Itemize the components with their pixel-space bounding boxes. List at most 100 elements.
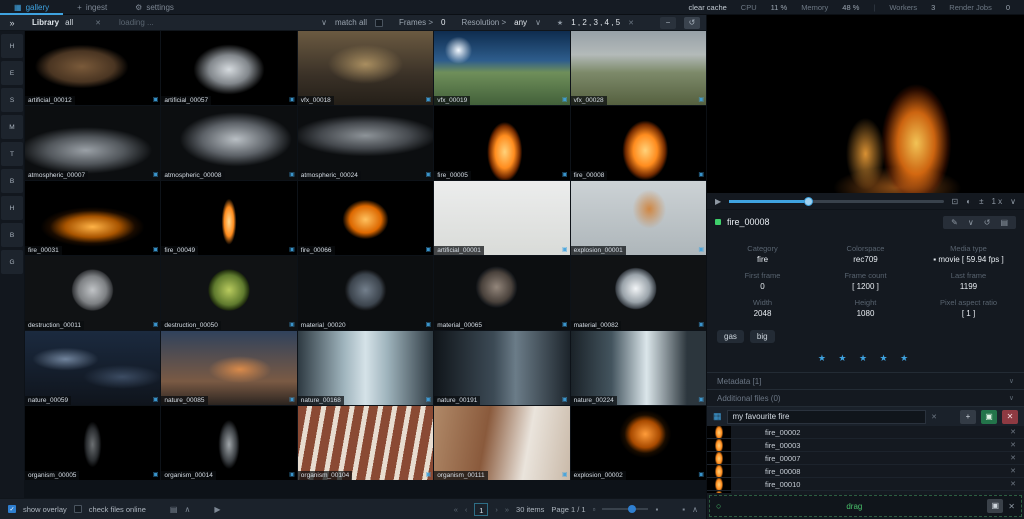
page-number-input[interactable]: 1 — [474, 502, 489, 516]
asset-thumbnail[interactable]: explosion_00002 ▣ — [570, 406, 706, 480]
asset-thumbnail[interactable]: vfx_00019 ▣ — [434, 31, 570, 105]
collapse-button[interactable]: − — [660, 16, 676, 29]
category-shortcut-button[interactable]: M — [1, 115, 23, 139]
playlist-name-input[interactable] — [726, 409, 927, 424]
exposure-icon[interactable]: ± — [979, 197, 983, 206]
category-shortcut-button[interactable]: S — [1, 88, 23, 112]
asset-thumbnail[interactable]: organism_00005 ▣ — [25, 406, 161, 480]
playlist-item[interactable]: fire_00011 ✕ — [707, 491, 1024, 493]
expand-sidebar-icon[interactable]: » — [0, 18, 24, 28]
category-shortcut-button[interactable]: B — [1, 169, 23, 193]
asset-thumbnail[interactable]: nature_00085 ▣ — [161, 331, 297, 405]
edit-chevron-icon[interactable]: ∨ — [964, 218, 978, 227]
play-icon[interactable]: ▶ — [715, 197, 721, 206]
asset-thumbnail[interactable]: fire_00008 ▣ — [570, 106, 706, 180]
asset-thumbnail[interactable]: artificial_00012 ▣ — [25, 31, 161, 105]
asset-thumbnail[interactable]: atmospheric_00007 ▣ — [25, 106, 161, 180]
playlist-item[interactable]: fire_00003 ✕ — [707, 439, 1024, 452]
preview-toggle-icon[interactable]: ▪ — [682, 505, 685, 514]
clear-playlist-name-icon[interactable]: ✕ — [931, 413, 937, 421]
frames-filter-value[interactable]: 0 — [441, 18, 445, 27]
transport-chevron-icon[interactable]: ∨ — [1010, 197, 1016, 206]
asset-thumbnail[interactable]: fire_00031 ▣ — [25, 181, 161, 255]
remove-from-playlist-icon[interactable]: ✕ — [1010, 441, 1016, 449]
asset-thumbnail[interactable]: material_00082 ▣ — [570, 256, 706, 330]
folder-icon[interactable]: ▤ — [996, 218, 1012, 227]
resolution-filter-value[interactable]: any — [514, 18, 527, 27]
playlist-item[interactable]: fire_00002 ✕ — [707, 426, 1024, 439]
last-page-icon[interactable]: » — [505, 505, 509, 514]
section-additional-files[interactable]: Additional files (0) ∨ — [707, 389, 1024, 406]
check-files-checkbox[interactable] — [73, 505, 82, 513]
asset-thumbnail[interactable]: nature_00059 ▣ — [25, 331, 161, 405]
resolution-chevron-icon[interactable]: ∨ — [535, 18, 541, 27]
tab-ingest[interactable]: + ingest — [63, 0, 121, 15]
clear-stars-icon[interactable]: ✕ — [628, 19, 634, 27]
remove-from-playlist-icon[interactable]: ✕ — [1010, 467, 1016, 475]
clear-cache-button[interactable]: clear cache — [688, 3, 726, 12]
playback-speed[interactable]: 1 x — [991, 197, 1002, 206]
prev-page-icon[interactable]: ‹ — [465, 505, 468, 514]
star-filter-values[interactable]: 1 , 2 , 3 , 4 , 5 — [571, 18, 620, 27]
tag-chip[interactable]: big — [749, 330, 775, 343]
first-page-icon[interactable]: « — [454, 505, 458, 514]
reset-filters-button[interactable]: ↺ — [684, 16, 700, 29]
thumb-size-slider[interactable] — [602, 505, 649, 513]
library-value[interactable]: all — [65, 18, 73, 27]
asset-thumbnail[interactable]: organism_00014 ▣ — [161, 406, 297, 480]
remove-from-playlist-icon[interactable]: ✕ — [1010, 454, 1016, 462]
asset-thumbnail[interactable]: atmospheric_00024 ▣ — [297, 106, 434, 180]
asset-thumbnail[interactable]: fire_00066 ▣ — [297, 181, 434, 255]
panel-collapse-icon[interactable]: ∧ — [692, 505, 698, 514]
display-mode-icon[interactable]: ◐ — [966, 197, 971, 206]
rating-stars[interactable]: ★ ★ ★ ★ ★ — [707, 347, 1024, 372]
fullscreen-icon[interactable]: ⊡ — [952, 197, 959, 206]
asset-thumbnail[interactable]: atmospheric_00008 ▣ — [161, 106, 297, 180]
clear-library-icon[interactable]: ✕ — [95, 19, 101, 27]
reload-icon[interactable]: ↺ — [980, 218, 995, 227]
section-metadata[interactable]: Metadata [1] ∨ — [707, 372, 1024, 389]
asset-thumbnail[interactable]: artificial_00057 ▣ — [161, 31, 297, 105]
file-icon[interactable]: ▤ — [170, 505, 178, 514]
category-shortcut-button[interactable]: H — [1, 34, 23, 58]
category-shortcut-button[interactable]: G — [1, 250, 23, 274]
playlist-grid-icon[interactable]: ▦ — [713, 411, 722, 422]
asset-thumbnail[interactable]: nature_00168 ▣ — [297, 331, 434, 405]
collapse-filters-icon[interactable]: ∨ — [321, 18, 327, 27]
category-shortcut-button[interactable]: T — [1, 142, 23, 166]
asset-thumbnail[interactable]: material_00020 ▣ — [297, 256, 434, 330]
asset-thumbnail[interactable]: destruction_00011 ▣ — [25, 256, 161, 330]
asset-thumbnail[interactable]: nature_00224 ▣ — [570, 331, 706, 405]
asset-thumbnail[interactable]: vfx_00028 ▣ — [570, 31, 706, 105]
tab-gallery[interactable]: ▦ gallery — [0, 0, 63, 15]
playlist-item[interactable]: fire_00008 ✕ — [707, 465, 1024, 478]
asset-thumbnail[interactable]: organism_00111 ▣ — [434, 406, 570, 480]
asset-thumbnail[interactable]: fire_00049 ▣ — [161, 181, 297, 255]
delete-playlist-button[interactable]: ✕ — [1002, 409, 1018, 424]
close-drop-zone-icon[interactable]: ✕ — [1008, 502, 1015, 511]
show-overlay-checkbox[interactable]: ✓ — [8, 505, 16, 513]
save-playlist-button[interactable]: ▣ — [981, 409, 997, 424]
resolution-filter-label[interactable]: Resolution > — [461, 18, 506, 27]
tab-settings[interactable]: ⚙ settings — [121, 0, 188, 15]
next-page-icon[interactable]: › — [495, 505, 498, 514]
asset-thumbnail[interactable]: fire_00005 ▣ — [434, 106, 570, 180]
preview-viewport[interactable] — [707, 15, 1024, 193]
frames-filter-label[interactable]: Frames > — [399, 18, 433, 27]
remove-from-playlist-icon[interactable]: ✕ — [1010, 480, 1016, 488]
asset-thumbnail[interactable]: material_00065 ▣ — [434, 256, 570, 330]
edit-icon[interactable]: ✎ — [947, 218, 962, 227]
thumb-size-small-icon[interactable]: ▫ — [593, 505, 596, 514]
category-shortcut-button[interactable]: H — [1, 196, 23, 220]
add-to-playlist-button[interactable]: + — [960, 409, 976, 424]
star-filter-icon[interactable]: ★ — [557, 19, 563, 27]
playlist-item[interactable]: fire_00010 ✕ — [707, 478, 1024, 491]
asset-thumbnail[interactable]: artificial_00001 ▣ — [434, 181, 570, 255]
remove-from-playlist-icon[interactable]: ✕ — [1010, 428, 1016, 436]
asset-thumbnail[interactable]: nature_00191 ▣ — [434, 331, 570, 405]
copy-playlist-button[interactable]: ▣ — [987, 499, 1004, 513]
timeline-slider[interactable] — [729, 196, 944, 206]
timeline-knob[interactable] — [804, 196, 814, 206]
category-shortcut-button[interactable]: B — [1, 223, 23, 247]
play-all-icon[interactable]: ▶ — [214, 505, 220, 514]
